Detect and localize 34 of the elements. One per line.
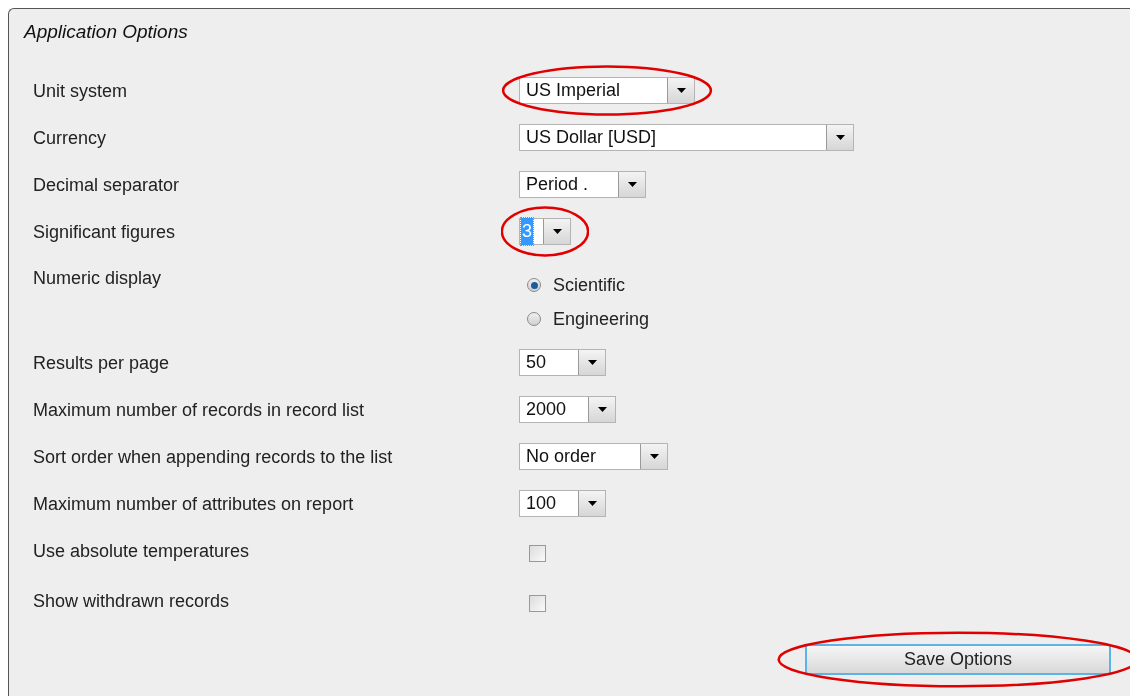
panel-title: Application Options [24,21,188,43]
option-label: Maximum number of records in record list [33,398,365,421]
radio-button[interactable] [527,312,541,326]
option-label: Decimal separator [33,173,180,196]
option-label: Maximum number of attributes on report [33,492,354,515]
dropdown[interactable]: 100 [519,490,606,517]
radio-label: Engineering [553,308,650,330]
dropdown[interactable]: No order [519,443,668,470]
checkbox[interactable] [529,545,546,562]
option-label: Unit system [33,79,128,102]
option-label: Show withdrawn records [33,589,230,612]
option-label: Currency [33,126,107,149]
caret-icon [552,229,562,234]
dropdown[interactable]: 50 [519,349,606,376]
caret-icon [676,88,686,93]
checkbox[interactable] [529,595,546,612]
option-label: Numeric display [33,267,162,289]
option-label: Sort order when appending records to the list [33,445,393,468]
radio-label: Scientific [553,274,626,296]
radio-button[interactable] [527,278,541,292]
caret-icon [587,501,597,506]
option-label: Use absolute temperatures [33,539,250,562]
dropdown[interactable]: US Imperial [519,77,695,104]
caret-icon [587,360,597,365]
caret-icon [627,182,637,187]
caret-icon [835,135,845,140]
dropdown[interactable]: US Dollar [USD] [519,124,854,151]
option-label: Results per page [33,351,170,374]
save-options-button[interactable]: Save Options [805,644,1111,675]
option-label: Significant figures [33,220,176,243]
dropdown[interactable]: 2000 [519,396,616,423]
caret-icon [649,454,659,459]
dropdown[interactable]: Period . [519,171,646,198]
caret-icon [597,407,607,412]
